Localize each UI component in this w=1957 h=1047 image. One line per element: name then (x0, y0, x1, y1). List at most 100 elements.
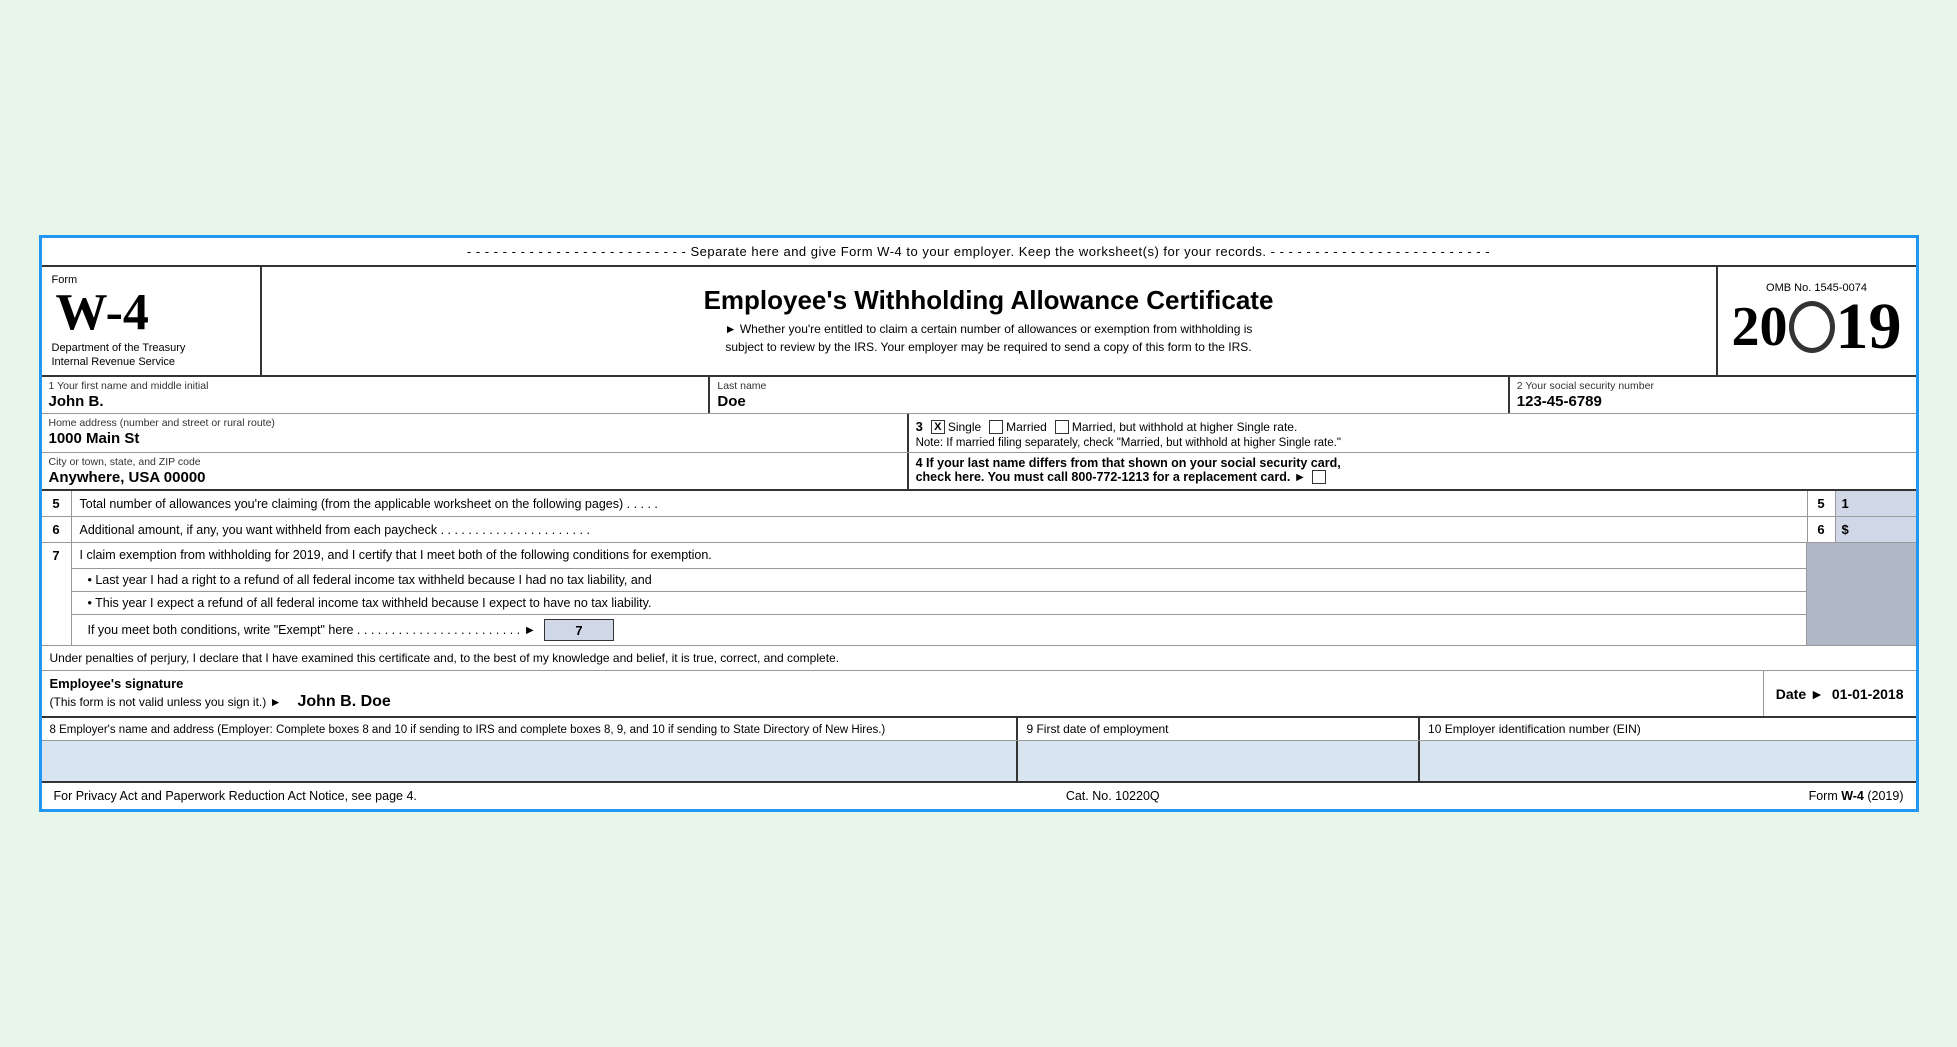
sig-date-section: Date ► 01-01-2018 (1763, 671, 1916, 716)
line6-field: 6 $ (1807, 517, 1916, 542)
date-label: Date ► (1776, 686, 1824, 702)
ein-label-cell: 10 Employer identification number (EIN) (1420, 718, 1915, 740)
line4-text2: check here. You must call 800-772-1213 f… (916, 470, 1341, 484)
line7-bullet-content: • Last year I had a right to a refund of… (72, 568, 1806, 645)
line7-field[interactable]: 7 (544, 619, 614, 641)
line4-checkbox[interactable] (1312, 470, 1326, 484)
ssn-cell: 2 Your social security number 123-45-678… (1510, 377, 1916, 413)
line4-content: 4 If your last name differs from that sh… (916, 456, 1909, 484)
header: Form W-4 Department of the Treasury Inte… (42, 267, 1916, 378)
line5-value[interactable]: 1 (1836, 491, 1916, 516)
ssn-value: 123-45-6789 (1517, 393, 1909, 410)
line9-label: 9 First date of employment (1026, 722, 1168, 736)
last-name-value: Doe (717, 393, 1500, 410)
single-checkbox[interactable]: X (931, 420, 945, 434)
line3-number: 3 (916, 419, 923, 434)
perjury-text: Under penalties of perjury, I declare th… (50, 651, 840, 665)
header-center: Employee's Withholding Allowance Certifi… (262, 267, 1718, 376)
line7-block: 7 I claim exemption from withholding for… (42, 543, 1916, 646)
dashed-line: - - - - - - - - - - - - - - - - - - - - … (42, 238, 1916, 267)
line10-label: 10 Employer identification number (EIN) (1428, 722, 1641, 736)
line7-main-row: 7 I claim exemption from withholding for… (42, 543, 1916, 568)
line6-desc: Additional amount, if any, you want with… (72, 517, 1807, 542)
addr-label: Home address (number and street or rural… (49, 417, 900, 429)
line7-indent (42, 568, 72, 645)
city-label: City or town, state, and ZIP code (49, 456, 900, 468)
perjury-row: Under penalties of perjury, I declare th… (42, 646, 1916, 671)
line5-field: 5 1 (1807, 491, 1916, 516)
line7-bullet2: • This year I expect a refund of all fed… (72, 591, 1806, 614)
line6-value[interactable]: $ (1836, 517, 1916, 542)
first-name-cell: 1 Your first name and middle initial Joh… (42, 377, 711, 413)
footer-right-pre: Form (1809, 789, 1842, 803)
filing-status-cell: 3 X Single Married Married, but withhold… (909, 414, 1916, 452)
form-label-block: Form W-4 Department of the Treasury Inte… (52, 273, 186, 370)
w4-title: W-4 (56, 287, 186, 339)
footer-right-post: (2019) (1864, 789, 1904, 803)
addr-value: 1000 Main St (49, 430, 900, 447)
year-20: 20 (1732, 299, 1788, 355)
married-checkbox[interactable] (989, 420, 1003, 434)
subtitle-line1: ► Whether you're entitled to claim a cer… (725, 322, 1253, 336)
footer-right-bold: W-4 (1841, 789, 1864, 803)
ein-value[interactable] (1420, 741, 1915, 781)
line5-num: 5 (42, 491, 72, 516)
city-value: Anywhere, USA 00000 (49, 469, 900, 486)
married-higher-label: Married, but withhold at higher Single r… (1072, 420, 1297, 434)
bullet1-text: • Last year I had a right to a refund of… (88, 573, 652, 587)
line5-field-num: 5 (1808, 491, 1836, 516)
employer-value[interactable] (42, 741, 1019, 781)
footer: For Privacy Act and Paperwork Reduction … (42, 783, 1916, 809)
bullet2-text: • This year I expect a refund of all fed… (88, 596, 652, 610)
line7-bullets: • Last year I had a right to a refund of… (42, 568, 1916, 645)
city-cell: City or town, state, and ZIP code Anywhe… (42, 453, 909, 489)
line5-desc: Total number of allowances you're claimi… (72, 491, 1807, 516)
line7-shade (1806, 543, 1916, 568)
footer-center: Cat. No. 10220Q (1066, 789, 1160, 803)
filing-note: Note: If married filing separately, chec… (916, 437, 1909, 449)
dashed-left: - - - - - - - - - - - - - - - - - - - - … (467, 244, 686, 259)
line6-field-num: 6 (1808, 517, 1836, 542)
line7-bullet1: • Last year I had a right to a refund of… (72, 568, 1806, 591)
row-name: 1 Your first name and middle initial Joh… (42, 377, 1916, 414)
line7-field-num: 7 (575, 623, 582, 638)
line5-row: 5 Total number of allowances you're clai… (42, 491, 1916, 517)
line7-exempt-row: If you meet both conditions, write "Exem… (72, 614, 1806, 645)
dashed-right: - - - - - - - - - - - - - - - - - - - - … (1271, 244, 1490, 259)
row-city: City or town, state, and ZIP code Anywhe… (42, 453, 1916, 491)
first-date-value[interactable] (1018, 741, 1420, 781)
line6-num: 6 (42, 517, 72, 542)
line7-num: 7 (42, 543, 72, 568)
dept-label: Department of the Treasury (52, 341, 186, 355)
line7-main-text: I claim exemption from withholding for 2… (80, 548, 712, 562)
line4-text: 4 If your last name differs from that sh… (916, 456, 1341, 484)
line7-main-desc: I claim exemption from withholding for 2… (72, 543, 1806, 568)
header-right: OMB No. 1545-0074 20 19 (1718, 267, 1916, 376)
date-value: 01-01-2018 (1832, 686, 1904, 702)
ssn-label: 2 Your social security number (1517, 380, 1909, 392)
single-label: Single (948, 420, 981, 434)
employer-info-header: 8 Employer's name and address (Employer:… (42, 718, 1916, 741)
separation-text: Separate here and give Form W-4 to your … (690, 244, 1266, 259)
married-higher-checkbox[interactable] (1055, 420, 1069, 434)
filing-status-row: 3 X Single Married Married, but withhold… (916, 419, 1909, 434)
footer-left: For Privacy Act and Paperwork Reduction … (54, 789, 417, 803)
line4-cell: 4 If your last name differs from that sh… (909, 453, 1916, 489)
year-19: 19 (1836, 294, 1902, 360)
row-address: Home address (number and street or rural… (42, 414, 1916, 453)
sig-left: Employee's signature (This form is not v… (42, 671, 1763, 716)
sig-instruction: (This form is not valid unless you sign … (50, 695, 282, 709)
married-label: Married (1006, 420, 1047, 434)
last-name-cell: Last name Doe (710, 377, 1509, 413)
employer-label-cell: 8 Employer's name and address (Employer:… (42, 718, 1019, 740)
line6-row: 6 Additional amount, if any, you want wi… (42, 517, 1916, 543)
exempt-text: If you meet both conditions, write "Exem… (88, 623, 537, 637)
last-name-label: Last name (717, 380, 1500, 392)
first-name-value: John B. (49, 393, 702, 410)
footer-right: Form W-4 (2019) (1809, 789, 1904, 803)
first-date-label-cell: 9 First date of employment (1018, 718, 1420, 740)
subtitle-line2: subject to review by the IRS. Your emplo… (725, 340, 1251, 354)
first-name-label: 1 Your first name and middle initial (49, 380, 702, 392)
line7-shade-ext (1806, 568, 1916, 645)
sig-name-value: John B. Doe (297, 693, 390, 711)
